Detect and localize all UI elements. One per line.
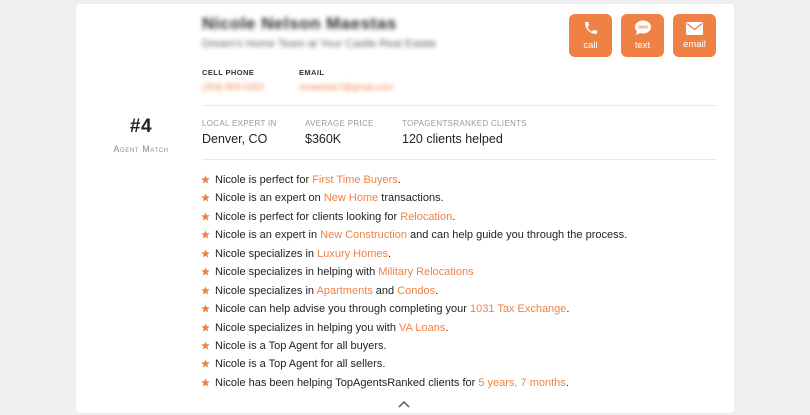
agent-fact-text: Nicole has been helping TopAgentsRanked … bbox=[215, 376, 479, 389]
svg-text:SMS: SMS bbox=[638, 25, 648, 30]
agent-fact-item: Nicole is perfect for clients looking fo… bbox=[201, 208, 627, 226]
cell-phone-label: CELL PHONE bbox=[202, 68, 255, 77]
agent-fact-text: Nicole is an expert on bbox=[215, 192, 324, 205]
agent-fact-text: Nicole is perfect for bbox=[215, 174, 313, 186]
chevron-up-icon[interactable] bbox=[398, 395, 410, 413]
star-icon bbox=[201, 341, 210, 350]
agent-fact-text: . bbox=[452, 210, 456, 223]
text-button[interactable]: SMS text bbox=[621, 14, 664, 57]
agent-fact-highlight: Relocation bbox=[400, 210, 453, 223]
agent-fact-text: Nicole specializes in helping you with bbox=[215, 321, 400, 334]
agent-fact-text: Nicole can help advise you through compl… bbox=[215, 303, 470, 316]
stat-average-price-label: AVERAGE PRICE bbox=[305, 119, 374, 128]
agent-fact-highlight: Military Relocations bbox=[378, 266, 474, 279]
agent-fact-text: . bbox=[388, 247, 392, 260]
stat-local-expert-label: LOCAL EXPERT IN bbox=[202, 119, 277, 128]
agent-fact-text: . bbox=[435, 284, 439, 297]
star-icon bbox=[201, 267, 210, 276]
cell-phone-link[interactable]: (303) 809-0353 bbox=[202, 82, 264, 92]
agent-fact-text: and bbox=[372, 284, 398, 297]
star-icon bbox=[201, 249, 210, 258]
call-button[interactable]: call bbox=[569, 14, 612, 57]
agent-rank-label: Agent Match bbox=[113, 144, 169, 154]
agent-name: Nicole Nelson Maestas bbox=[202, 14, 397, 33]
agent-fact-highlight: 5 years, 7 months bbox=[478, 376, 566, 389]
agent-card: #4 Agent Match Nicole Nelson Maestas Dre… bbox=[76, 4, 734, 413]
agent-rank-block: #4 Agent Match bbox=[76, 116, 206, 154]
stat-clients-label: TOPAGENTSRANKED CLIENTS bbox=[402, 119, 527, 128]
agent-fact-text: . bbox=[566, 303, 570, 316]
agent-fact-item: Nicole is an expert on New Home transact… bbox=[201, 189, 627, 207]
call-button-label: call bbox=[583, 40, 598, 51]
stat-clients-value: 120 clients helped bbox=[402, 132, 503, 146]
agent-facts-list: Nicole is perfect for First Time Buyers.… bbox=[201, 171, 627, 392]
agent-fact-text: Nicole specializes in bbox=[215, 284, 317, 297]
agent-fact-text: Nicole is an expert in bbox=[215, 229, 321, 242]
agent-fact-item: Nicole specializes in Apartments and Con… bbox=[201, 282, 627, 300]
agent-fact-highlight: First Time Buyers bbox=[312, 174, 398, 186]
agent-fact-text: . bbox=[445, 321, 449, 334]
agent-fact-highlight: New Home bbox=[323, 192, 379, 205]
agent-fact-text: Nicole is a Top Agent for all buyers. bbox=[215, 339, 387, 352]
star-icon bbox=[201, 285, 210, 295]
star-icon bbox=[201, 378, 210, 387]
agent-fact-highlight: Condos bbox=[397, 284, 436, 297]
star-icon bbox=[201, 322, 210, 332]
email-label: EMAIL bbox=[299, 68, 325, 77]
agent-fact-item: Nicole has been helping TopAgentsRanked … bbox=[201, 374, 627, 392]
agent-fact-item: Nicole is an expert in New Construction … bbox=[201, 226, 627, 244]
agent-fact-text: and can help guide you through the proce… bbox=[407, 229, 628, 242]
agent-fact-item: Nicole is perfect for First Time Buyers. bbox=[201, 171, 627, 189]
contact-buttons: call SMS text email bbox=[569, 14, 716, 57]
divider bbox=[202, 105, 716, 106]
envelope-icon bbox=[686, 21, 703, 35]
email-link[interactable]: nmaestas7@gmail.com bbox=[299, 82, 393, 92]
star-icon bbox=[201, 304, 210, 313]
agent-fact-item: Nicole specializes in helping you with V… bbox=[201, 319, 627, 337]
agent-fact-text: . bbox=[565, 376, 569, 389]
stat-local-expert-value: Denver, CO bbox=[202, 132, 268, 146]
agent-fact-highlight: Apartments bbox=[316, 284, 373, 297]
agent-fact-highlight: 1031 Tax Exchange bbox=[469, 303, 567, 316]
agent-fact-item: Nicole is a Top Agent for all buyers. bbox=[201, 337, 627, 355]
phone-icon bbox=[583, 20, 599, 36]
agent-fact-highlight: New Construction bbox=[320, 229, 407, 242]
agent-fact-item: Nicole is a Top Agent for all sellers. bbox=[201, 355, 627, 373]
agent-fact-text: transactions. bbox=[378, 192, 444, 205]
sms-bubble-icon: SMS bbox=[634, 20, 652, 36]
agent-fact-text: Nicole specializes in helping with bbox=[215, 266, 379, 279]
agent-fact-text: Nicole is perfect for clients looking fo… bbox=[215, 210, 401, 223]
agent-fact-text: Nicole is a Top Agent for all sellers. bbox=[215, 358, 386, 371]
agent-fact-highlight: Luxury Homes bbox=[317, 247, 389, 260]
agent-brokerage: Dream's Home Team at Your Castle Real Es… bbox=[202, 38, 437, 50]
agent-fact-item: Nicole specializes in Luxury Homes. bbox=[201, 245, 627, 263]
stat-average-price-value: $360K bbox=[305, 132, 342, 146]
agent-rank: #4 bbox=[129, 116, 153, 137]
star-icon bbox=[201, 359, 210, 368]
divider bbox=[202, 159, 716, 160]
agent-fact-highlight: VA Loans bbox=[399, 321, 446, 334]
star-icon bbox=[201, 193, 210, 202]
agent-fact-item: Nicole can help advise you through compl… bbox=[201, 300, 627, 318]
text-button-label: text bbox=[634, 40, 651, 51]
star-icon bbox=[201, 175, 210, 184]
agent-fact-text: . bbox=[397, 174, 401, 186]
email-button[interactable]: email bbox=[673, 14, 716, 57]
agent-fact-text: Nicole specializes in bbox=[215, 247, 318, 260]
star-icon bbox=[201, 230, 210, 239]
star-icon bbox=[201, 212, 210, 221]
email-button-label: email bbox=[683, 38, 706, 50]
agent-fact-item: Nicole specializes in helping with Milit… bbox=[201, 263, 627, 281]
